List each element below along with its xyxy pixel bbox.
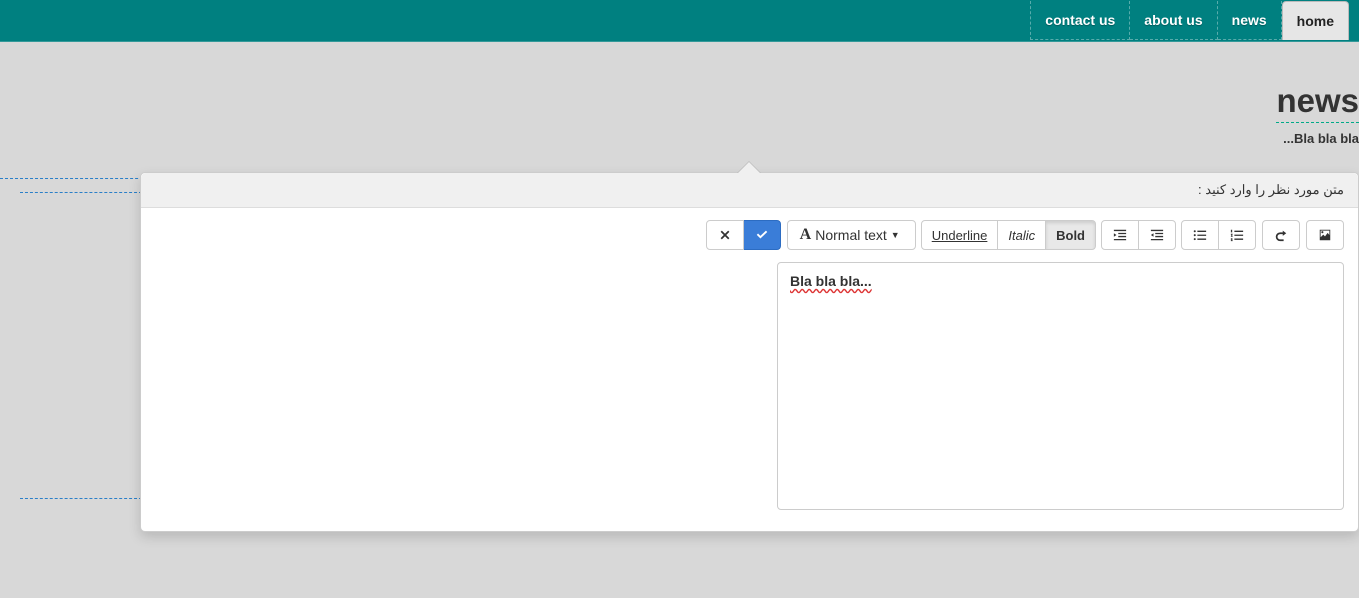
nav-home[interactable]: home (1282, 1, 1349, 40)
divider-segment-top (20, 192, 142, 193)
indent-group (1102, 220, 1176, 250)
nav-news[interactable]: news (1218, 1, 1282, 40)
nav-contact-us[interactable]: contact us (1030, 1, 1130, 40)
text-editor-popover: متن مورد نظر را وارد کنید : (140, 172, 1359, 538)
popover-body: Bold Italic Underline A Normal text ▼ (141, 208, 1358, 528)
accept-button[interactable] (743, 220, 781, 250)
bold-button[interactable]: Bold (1045, 220, 1096, 250)
underline-button[interactable]: Underline (921, 220, 999, 250)
redo-button[interactable] (1262, 220, 1300, 250)
outdent-icon (1150, 228, 1164, 242)
italic-button[interactable]: Italic (997, 220, 1046, 250)
font-letter-icon: A (800, 226, 812, 244)
unordered-list-button[interactable] (1181, 220, 1219, 250)
font-size-dropdown[interactable]: A Normal text ▼ (787, 220, 916, 250)
page-subtitle: ...Bla bla bla (0, 131, 1359, 146)
insert-image-button[interactable] (1306, 220, 1344, 250)
ordered-list-button[interactable] (1218, 220, 1256, 250)
caret-down-icon: ▼ (891, 230, 900, 240)
nav-about-us[interactable]: about us (1130, 1, 1217, 40)
outdent-button[interactable] (1138, 220, 1176, 250)
redo-icon (1274, 228, 1288, 242)
popover-panel: متن مورد نظر را وارد کنید : (140, 172, 1359, 532)
check-icon (755, 228, 769, 242)
cancel-button[interactable] (706, 220, 744, 250)
popover-arrow (738, 162, 760, 173)
font-dropdown-label: Normal text (815, 227, 887, 243)
editor-text: Bla bla bla... (790, 273, 872, 289)
list-ul-icon (1193, 228, 1207, 242)
page-title: news (1276, 82, 1359, 123)
confirm-group (707, 220, 781, 250)
editor-content-area[interactable]: Bla bla bla... (777, 262, 1344, 510)
indent-icon (1113, 228, 1127, 242)
popover-title: متن مورد نظر را وارد کنید : (141, 173, 1358, 208)
editor-toolbar: Bold Italic Underline A Normal text ▼ (155, 220, 1344, 250)
image-icon (1318, 228, 1332, 242)
text-style-group: Bold Italic Underline (922, 220, 1096, 250)
close-icon (718, 228, 732, 242)
list-ol-icon (1230, 228, 1244, 242)
content-header: news ...Bla bla bla (0, 42, 1359, 156)
indent-button[interactable] (1101, 220, 1139, 250)
divider-segment-bottom (20, 498, 142, 499)
list-group (1182, 220, 1256, 250)
top-nav-bar: contact us about us news home (0, 0, 1359, 42)
